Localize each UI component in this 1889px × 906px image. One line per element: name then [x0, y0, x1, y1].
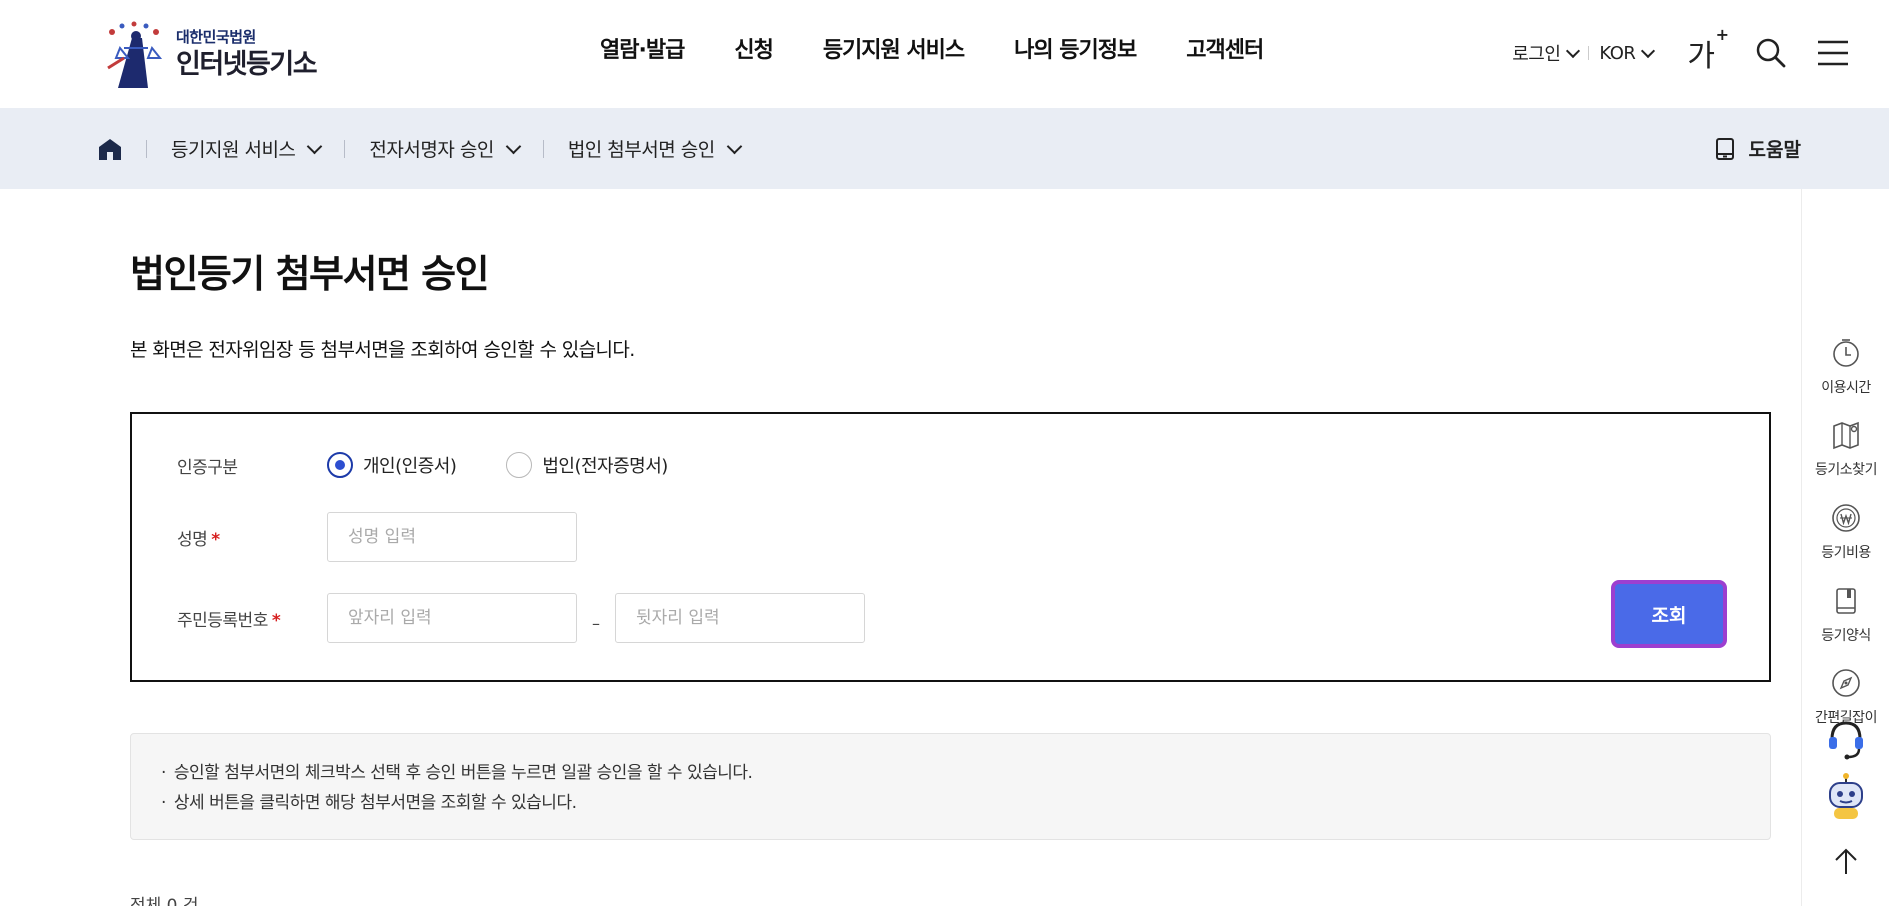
search-button[interactable] — [1755, 37, 1787, 69]
chevron-down-icon — [505, 138, 522, 154]
notice-item: 상세 버튼을 클릭하면 해당 첨부서면을 조회할 수 있습니다. — [161, 788, 1740, 818]
main-nav: 열람·발급 신청 등기지원 서비스 나의 등기정보 고객센터 — [600, 32, 1313, 72]
chevron-down-icon — [1566, 43, 1581, 58]
help-book-icon — [1715, 137, 1734, 160]
font-size-label: 가 — [1687, 39, 1715, 74]
rrn-row: 주민등록번호* – — [177, 593, 865, 643]
name-label: 성명 * — [177, 525, 327, 550]
notice-box: 승인할 첨부서면의 체크박스 선택 후 승인 버튼을 누르면 일괄 승인을 할 … — [130, 733, 1771, 840]
nav-customer-center[interactable]: 고객센터 — [1186, 32, 1264, 72]
radio-personal-label: 개인(인증서) — [363, 456, 457, 477]
nav-support-service[interactable]: 등기지원 서비스 — [823, 32, 965, 72]
court-logo-icon — [98, 18, 172, 90]
nav-view-issue[interactable]: 열람·발급 — [600, 32, 685, 72]
name-label-text: 성명 — [177, 529, 208, 550]
logo-subtitle: 대한민국법원 — [176, 28, 256, 46]
quick-label: 등기양식 — [1821, 628, 1871, 644]
menu-button[interactable] — [1817, 39, 1849, 67]
login-label: 로그인 — [1512, 44, 1561, 65]
breadcrumb-support-service[interactable]: 등기지원 서비스 — [171, 135, 323, 162]
rrn-front-input[interactable] — [327, 593, 577, 643]
clock-icon — [1830, 337, 1862, 369]
radio-unselected-icon — [506, 452, 533, 478]
arrow-up-icon — [1830, 845, 1862, 877]
chevron-down-icon — [307, 138, 323, 154]
required-mark: * — [211, 529, 220, 550]
customer-support-button[interactable] — [1802, 717, 1889, 761]
quick-registry-cost[interactable]: 등기비용 — [1802, 502, 1889, 562]
quick-label: 등기소찾기 — [1815, 462, 1877, 478]
quick-usage-time[interactable]: 이용시간 — [1802, 337, 1889, 397]
radio-corporate-label: 법인(전자증명서) — [542, 456, 668, 477]
page-description: 본 화면은 전자위임장 등 첨부서면을 조회하여 승인할 수 있습니다. — [130, 339, 635, 361]
chevron-down-icon — [1641, 43, 1656, 58]
quick-find-registry[interactable]: 등기소찾기 — [1802, 419, 1889, 479]
nav-my-registry[interactable]: 나의 등기정보 — [1014, 32, 1137, 72]
quick-menu: 이용시간 등기소찾기 등기비용 등기양식 간편길잡이 — [1801, 189, 1889, 906]
won-icon — [1830, 502, 1862, 534]
quick-registry-forms[interactable]: 등기양식 — [1802, 585, 1889, 645]
page-title: 법인등기 첨부서면 승인 — [130, 252, 490, 296]
divider — [146, 139, 147, 158]
notice-item: 승인할 첨부서면의 체크박스 선택 후 승인 버튼을 누르면 일괄 승인을 할 … — [161, 758, 1740, 788]
login-dropdown[interactable]: 로그인 — [1512, 40, 1581, 66]
help-button[interactable]: 도움말 — [1715, 108, 1801, 189]
rrn-label-text: 주민등록번호 — [177, 610, 268, 631]
breadcrumb-label: 법인 첨부서면 승인 — [567, 139, 715, 161]
radio-selected-icon — [327, 452, 353, 478]
language-label: KOR — [1599, 42, 1636, 64]
rrn-back-input[interactable] — [615, 593, 865, 643]
rrn-label: 주민등록번호 * — [177, 606, 327, 631]
chatbot-robot-icon — [1825, 773, 1867, 821]
help-label: 도움말 — [1748, 139, 1801, 161]
chatbot-button[interactable] — [1802, 773, 1889, 821]
font-size-button[interactable]: 가 + — [1687, 25, 1729, 75]
divider — [542, 139, 544, 158]
headset-icon — [1826, 717, 1866, 761]
breadcrumb-label: 전자서명자 승인 — [369, 139, 494, 161]
home-icon — [99, 138, 121, 160]
divider — [1588, 46, 1590, 60]
breadcrumb-bar: 등기지원 서비스 전자서명자 승인 법인 첨부서면 승인 도움말 — [0, 108, 1889, 189]
auth-type-label: 인증구분 — [177, 457, 238, 478]
auth-type-row: 인증구분 개인(인증서) 법인(전자증명서) — [177, 452, 718, 478]
breadcrumb: 등기지원 서비스 전자서명자 승인 법인 첨부서면 승인 — [98, 108, 743, 189]
breadcrumb-label: 등기지원 서비스 — [171, 139, 296, 161]
quick-label: 등기비용 — [1821, 545, 1871, 561]
site-logo[interactable]: 대한민국법원 인터넷등기소 — [98, 18, 328, 90]
name-input[interactable] — [327, 512, 577, 562]
breadcrumb-signer-approval[interactable]: 전자서명자 승인 — [369, 135, 522, 162]
required-mark: * — [271, 610, 281, 631]
hamburger-icon — [1818, 40, 1848, 66]
utility-menu: 로그인 KOR 가 + — [1512, 25, 1849, 78]
map-icon — [1830, 419, 1862, 451]
scroll-top-button[interactable] — [1802, 845, 1889, 877]
search-form: 인증구분 개인(인증서) 법인(전자증명서) 성명* 주민등록번호* – 조회 — [130, 412, 1771, 682]
search-icon — [1756, 38, 1786, 68]
breadcrumb-attachment-approval[interactable]: 법인 첨부서면 승인 — [567, 135, 743, 162]
home-button[interactable] — [98, 137, 122, 161]
header: 대한민국법원 인터넷등기소 열람·발급 신청 등기지원 서비스 나의 등기정보 … — [0, 0, 1889, 108]
radio-corporate-certificate[interactable]: 법인(전자증명서) — [506, 452, 668, 478]
radio-personal-certificate[interactable]: 개인(인증서) — [327, 452, 457, 478]
rrn-dash: – — [592, 613, 600, 633]
quick-label: 이용시간 — [1821, 380, 1871, 396]
chevron-down-icon — [726, 138, 743, 154]
name-row: 성명 * — [177, 512, 577, 562]
book-icon — [1830, 585, 1862, 617]
logo-title: 인터넷등기소 — [176, 49, 318, 80]
language-dropdown[interactable]: KOR — [1599, 42, 1656, 64]
nav-apply[interactable]: 신청 — [734, 32, 773, 72]
search-submit-button[interactable]: 조회 — [1611, 580, 1727, 648]
total-count: 전체 0 건 — [130, 896, 199, 906]
font-size-plus: + — [1715, 25, 1729, 44]
compass-icon — [1830, 667, 1862, 699]
divider — [344, 139, 346, 158]
